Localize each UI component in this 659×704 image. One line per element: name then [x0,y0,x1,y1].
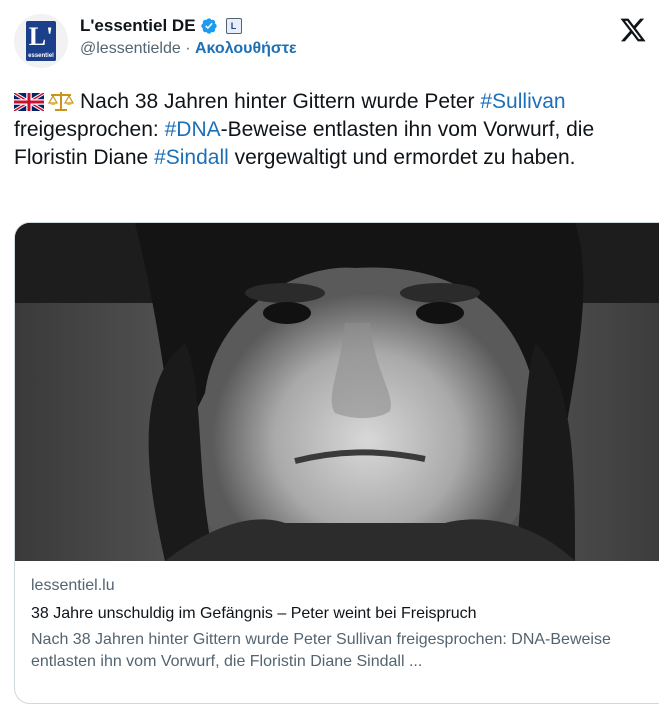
logo-word: essentiel [28,53,54,59]
hashtag-sullivan[interactable]: #Sullivan [480,90,565,113]
card-image[interactable] [15,223,659,561]
card-description: Nach 38 Jahren hinter Gittern wurde Pete… [31,631,611,670]
tweet-header: L' essentiel L'essentiel DE L @lessentie… [14,10,659,74]
tweet-text-part-1: Nach 38 Jahren hinter Gittern wurde Pete… [80,90,481,113]
hashtag-sindall[interactable]: #Sindall [154,146,229,169]
hashtag-dna[interactable]: #DNA [165,118,221,141]
affiliate-badge-icon: L [225,18,242,34]
display-name-row: L'essentiel DE L [80,16,297,36]
balance-scale-icon [48,92,74,111]
account-handle[interactable]: @lessentielde [80,40,181,57]
card-domain[interactable]: lessentiel.lu [31,577,655,595]
x-logo-icon[interactable] [619,16,647,44]
tweet-text: Nach 38 Jahren hinter Gittern wurde Pete… [14,88,649,172]
display-name[interactable]: L'essentiel DE [80,16,196,36]
tweet-text-part-2: freigesprochen: [14,118,165,141]
link-preview-card[interactable]: lessentiel.lu 38 Jahre unschuldig im Gef… [14,222,659,704]
follow-button[interactable]: Ακολουθήστε [195,40,297,57]
card-title[interactable]: 38 Jahre unschuldig im Gefängnis – Peter… [31,605,655,623]
logo-letter: L' [28,22,54,51]
tweet-text-part-4: vergewaltigt und ermordet zu haben. [228,146,576,169]
handle-row: @lessentielde · Ακολουθήστε [80,40,297,58]
account-names: L'essentiel DE L @lessentielde · Ακολουθ… [80,16,297,58]
separator-dot: · [185,40,191,57]
card-meta: lessentiel.lu 38 Jahre unschuldig im Gef… [31,577,655,673]
verified-badge-icon [200,18,217,34]
lessentiel-logo: L' essentiel [26,21,56,61]
portrait-photo [15,223,659,561]
account-avatar[interactable]: L' essentiel [14,14,68,68]
uk-flag-icon [14,93,44,111]
